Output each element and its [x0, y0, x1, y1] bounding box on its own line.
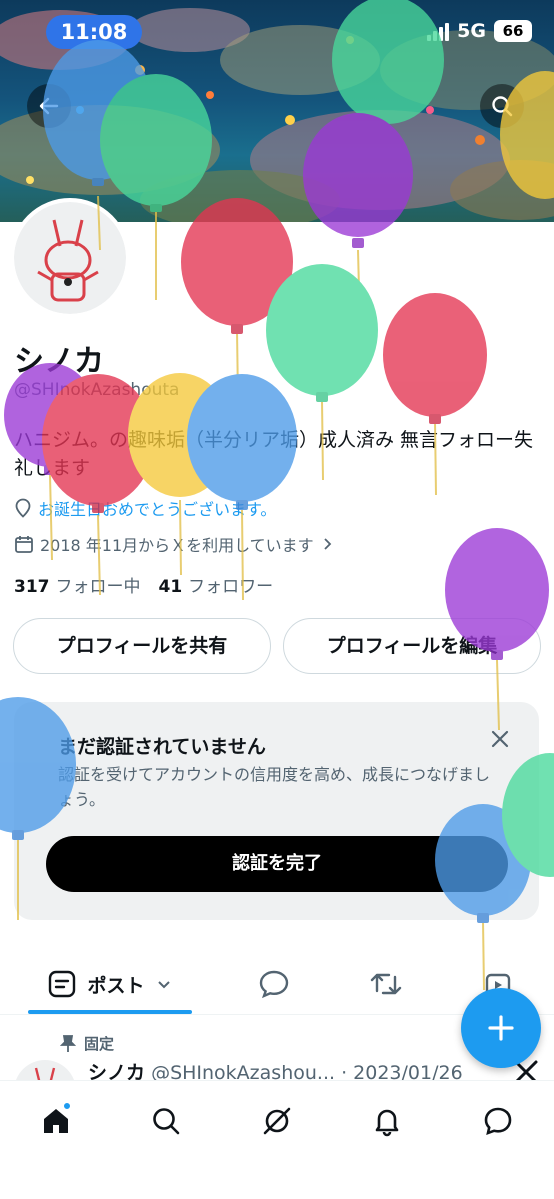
home-notification-dot [62, 1101, 72, 1111]
birthday-text[interactable]: お誕生日おめでとうございます。 [38, 496, 276, 520]
status-time: 11:08 [46, 15, 142, 49]
profile-bio: ハニジム。の趣味垢（半分リア垢）成人済み 無言フォロー失礼します [14, 429, 534, 479]
verification-title: まだ認証されていません [58, 736, 266, 758]
rabbit-drawing-icon [37, 219, 99, 302]
chevron-down-icon[interactable] [155, 975, 173, 993]
search-button[interactable] [480, 84, 524, 128]
pinned-indicator: 固定 [60, 1033, 114, 1054]
nav-explore[interactable] [144, 1099, 188, 1143]
following-link[interactable]: 317 フォロー中 [14, 572, 141, 597]
tab-reposts[interactable] [364, 955, 408, 1013]
network-type: 5G [457, 20, 486, 42]
posts-icon [49, 970, 76, 998]
balloon [266, 264, 378, 396]
back-button[interactable] [27, 84, 71, 128]
birthday-row[interactable]: お誕生日おめでとうございます。 [14, 496, 276, 520]
complete-verification-button[interactable]: 認証を完了 [46, 836, 508, 892]
calendar-icon [15, 536, 33, 553]
status-indicators: 5G 66 [427, 20, 532, 42]
location-pin-icon [15, 498, 31, 518]
search-icon [492, 96, 513, 117]
bottom-navigation [0, 1080, 554, 1199]
share-profile-button[interactable]: プロフィールを共有 [13, 618, 271, 674]
pinned-label: 固定 [84, 1035, 115, 1053]
notifications-icon [375, 1109, 399, 1137]
verification-card: まだ認証されていません 認証を受けてアカウントの信用度を高め、成長につなげましょ… [14, 702, 539, 920]
tab-posts[interactable]: ポスト [30, 955, 190, 1013]
balloon [383, 293, 487, 417]
edit-profile-button[interactable]: プロフィールを編集 [283, 618, 541, 674]
grok-icon [263, 1107, 291, 1135]
nav-notifications[interactable] [365, 1099, 409, 1143]
followers-link[interactable]: 41 フォロワー [159, 572, 274, 597]
joined-row[interactable]: 2018 年11月からＸを利用しています [14, 532, 334, 556]
tab-posts-label: ポスト [87, 974, 145, 997]
plus-icon [488, 1015, 514, 1041]
compose-post-button[interactable] [461, 988, 541, 1068]
reply-icon [259, 970, 289, 999]
back-arrow-icon [39, 97, 59, 115]
active-tab-indicator [28, 1010, 192, 1014]
pin-icon [60, 1034, 76, 1052]
profile-handle: @SHInokAzashouta [14, 380, 180, 400]
nav-grok[interactable] [255, 1099, 299, 1143]
chevron-right-icon [324, 538, 331, 550]
follow-stats: 317 フォロー中 41 フォロワー [14, 572, 273, 597]
signal-icon [427, 21, 450, 41]
nav-home[interactable] [34, 1099, 78, 1143]
battery-indicator: 66 [494, 20, 532, 42]
close-icon[interactable] [485, 724, 515, 754]
repost-icon [370, 973, 402, 995]
tab-replies[interactable] [252, 955, 296, 1013]
verification-description: 認証を受けてアカウントの信用度を高め、成長につなげましょう。 [58, 765, 491, 809]
profile-avatar[interactable] [10, 198, 130, 318]
explore-icon [153, 1108, 180, 1135]
messages-icon [484, 1107, 512, 1136]
profile-name: シノカ [14, 344, 104, 379]
nav-messages[interactable] [476, 1099, 520, 1143]
joined-text: 2018 年11月からＸを利用しています [40, 536, 314, 555]
